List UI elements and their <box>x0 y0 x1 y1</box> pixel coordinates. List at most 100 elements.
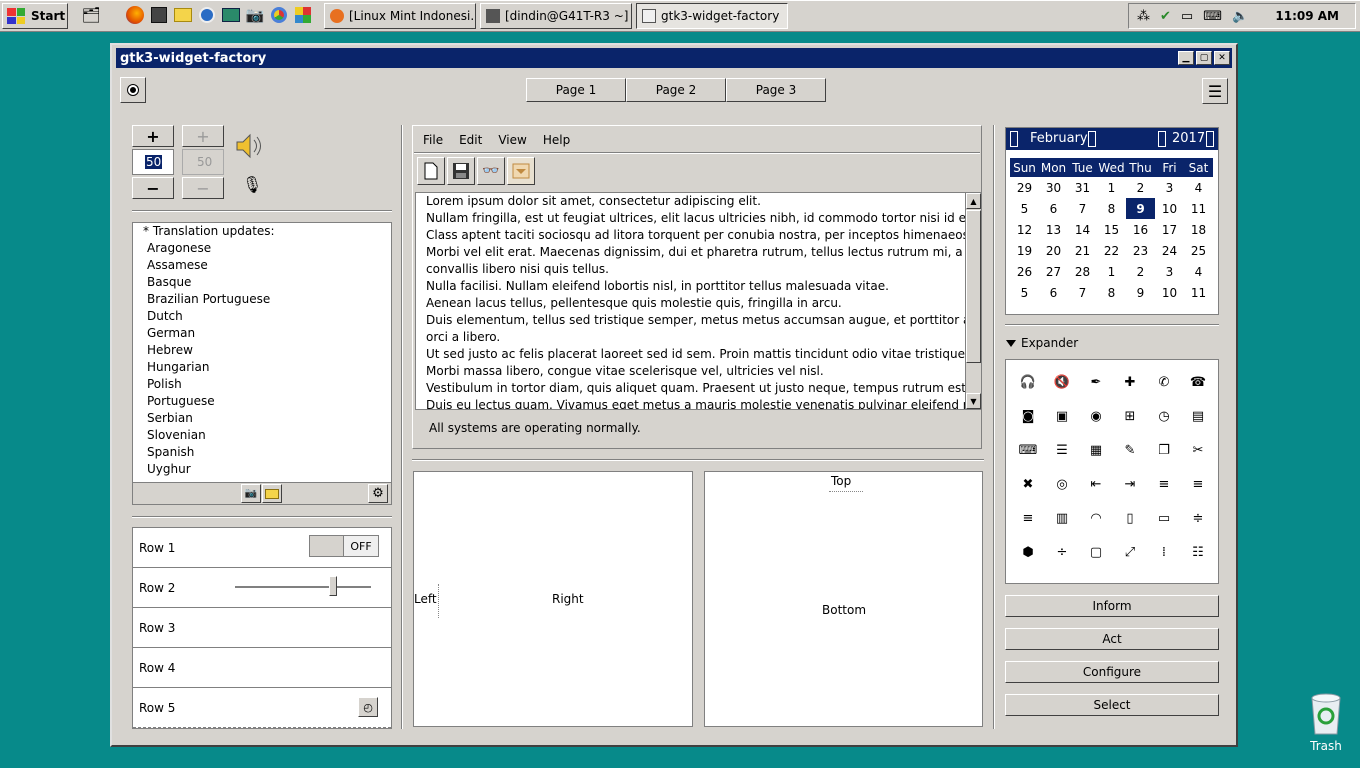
computer-icon[interactable]: ▥ <box>1045 501 1079 535</box>
configure-button[interactable]: Configure <box>1005 661 1219 683</box>
calendar-day[interactable]: 26 <box>1010 261 1039 282</box>
align-center-icon[interactable]: ≑ <box>1181 501 1215 535</box>
network-tray-icon[interactable]: ⁂ <box>1137 9 1150 24</box>
calendar-day[interactable]: 28 <box>1068 261 1097 282</box>
list-row-3[interactable]: Row 3 <box>133 608 391 648</box>
list-item[interactable]: Spanish <box>133 444 391 461</box>
keyboard-tray-icon[interactable]: ⌨ <box>1203 9 1222 24</box>
list-item[interactable]: Portuguese <box>133 393 391 410</box>
clock[interactable]: 11:09 AM <box>1275 9 1339 23</box>
calendar-day[interactable]: 30 <box>1039 177 1068 198</box>
calendar-day[interactable]: 8 <box>1097 198 1126 219</box>
calendar-day-selected[interactable]: 9 <box>1126 198 1155 219</box>
calendar-day[interactable]: 7 <box>1068 198 1097 219</box>
hangup-icon[interactable]: ☎ <box>1181 365 1215 399</box>
calendar-day[interactable]: 5 <box>1010 198 1039 219</box>
calendar-day[interactable]: 2 <box>1126 177 1155 198</box>
menu-help[interactable]: Help <box>535 133 578 147</box>
list-item[interactable]: German <box>133 325 391 342</box>
calendar-day[interactable]: 17 <box>1155 219 1184 240</box>
list-row-2[interactable]: Row 2 <box>133 568 391 608</box>
calendar-day[interactable]: 4 <box>1184 261 1213 282</box>
volume-button[interactable] <box>234 131 264 164</box>
bookmark-add-icon[interactable]: ✚ <box>1113 365 1147 399</box>
calendar-day[interactable]: 21 <box>1068 240 1097 261</box>
spin2-input[interactable]: 50 <box>182 149 224 175</box>
text-document-icon[interactable]: ☰ <box>1045 433 1079 467</box>
browser-launcher-icon[interactable] <box>196 4 218 26</box>
list-item[interactable]: Hebrew <box>133 342 391 359</box>
task-terminal[interactable]: [dindin@G41T-R3 ~] <box>480 3 632 29</box>
drive-tray-icon[interactable]: ▭ <box>1181 9 1193 24</box>
webcam-icon[interactable]: ◉ <box>1079 399 1113 433</box>
calendar-day[interactable]: 20 <box>1039 240 1068 261</box>
image-icon[interactable]: ▦ <box>1079 433 1113 467</box>
fullscreen-icon[interactable]: ⤢ <box>1113 535 1147 569</box>
row-2-slider-track[interactable] <box>235 586 371 588</box>
insert-button[interactable] <box>507 157 535 185</box>
phone-icon[interactable]: ✆ <box>1147 365 1181 399</box>
pane-handle-horizontal[interactable] <box>829 491 863 494</box>
calendar-day[interactable]: 13 <box>1039 219 1068 240</box>
page-1-button[interactable]: Page 1 <box>526 78 626 102</box>
calendar-day[interactable]: 3 <box>1155 261 1184 282</box>
calendar-day[interactable]: 10 <box>1155 282 1184 303</box>
calendar-day[interactable]: 10 <box>1155 198 1184 219</box>
window-titlebar[interactable]: gtk3-widget-factory ▁ ▢ ✕ <box>116 48 1232 68</box>
calendar-day[interactable]: 12 <box>1010 219 1039 240</box>
shield-tray-icon[interactable]: ✔ <box>1160 9 1171 24</box>
calendar-day[interactable]: 1 <box>1097 177 1126 198</box>
window-icon[interactable]: ▢ <box>1079 535 1113 569</box>
spin2-minus-button[interactable]: − <box>182 177 224 199</box>
calendar-day[interactable]: 24 <box>1155 240 1184 261</box>
calendar-day[interactable]: 19 <box>1010 240 1039 261</box>
alarm-icon[interactable]: ◷ <box>1147 399 1181 433</box>
act-button[interactable]: Act <box>1005 628 1219 650</box>
calendar-day[interactable]: 9 <box>1126 282 1155 303</box>
record-icon[interactable]: ◎ <box>1045 467 1079 501</box>
calendar-day[interactable]: 29 <box>1010 177 1039 198</box>
scroll-up-button[interactable]: ▲ <box>966 193 981 209</box>
hamburger-menu-button[interactable]: ☰ <box>1202 78 1228 104</box>
scroll-thumb[interactable] <box>966 210 981 363</box>
next-year-button[interactable] <box>1206 131 1214 147</box>
calendar-day[interactable]: 7 <box>1068 282 1097 303</box>
close-button[interactable]: ✕ <box>1214 51 1230 65</box>
justify-icon[interactable]: ≡ <box>1011 501 1045 535</box>
select-button[interactable]: Select <box>1005 694 1219 716</box>
screenshot-button[interactable]: 📷 <box>241 484 261 503</box>
save-button[interactable] <box>447 157 475 185</box>
settings-button[interactable]: ⚙ <box>368 484 388 503</box>
chromium-launcher-icon[interactable] <box>268 4 290 26</box>
list-item[interactable]: Brazilian Portuguese <box>133 291 391 308</box>
text-vscrollbar[interactable]: ▲ ▼ <box>965 193 981 409</box>
calendar-day[interactable]: 11 <box>1184 198 1213 219</box>
calendar-day[interactable]: 1 <box>1097 261 1126 282</box>
camera-launcher-icon[interactable]: 📷 <box>244 4 266 26</box>
list-item[interactable]: Serbian <box>133 410 391 427</box>
list-row-5[interactable]: Row 5 ◴ <box>133 688 391 728</box>
record-button[interactable] <box>120 77 146 103</box>
wifi-icon[interactable]: ◠ <box>1079 501 1113 535</box>
microphone-icon[interactable]: 🎙 <box>242 175 262 194</box>
terminal-launcher-icon[interactable] <box>148 4 170 26</box>
calendar-day[interactable]: 23 <box>1126 240 1155 261</box>
video-icon[interactable]: ▣ <box>1045 399 1079 433</box>
error-icon[interactable]: ✖ <box>1011 467 1045 501</box>
package-icon[interactable]: ⬢ <box>1011 535 1045 569</box>
icon-view[interactable]: 🎧 🔇 ✒ ✚ ✆ ☎ ◙ ▣ ◉ ⊞ ◷ ▤ ⌨ ☰ ▦ ✎ ❐ ✂ ✖ ◎ ⇤ ⇥ ≡ ≡ ≡ ▥ ◠ ▯ ▭ ≑ ⬢ ÷ ▢ ⤢ ⁞ ☷ <box>1005 359 1219 584</box>
align-right-icon[interactable]: ≡ <box>1181 467 1215 501</box>
inform-button[interactable]: Inform <box>1005 595 1219 617</box>
list-row-4[interactable]: Row 4 <box>133 648 391 688</box>
list-item[interactable]: Slovenian <box>133 427 391 444</box>
calendar-day[interactable]: 4 <box>1184 177 1213 198</box>
next-month-button[interactable] <box>1088 131 1096 147</box>
minimize-button[interactable]: ▁ <box>1178 51 1194 65</box>
spin1-minus-button[interactable]: − <box>132 177 174 199</box>
calendar-day[interactable]: 3 <box>1155 177 1184 198</box>
tab-new-icon[interactable]: ⊞ <box>1113 399 1147 433</box>
calendar-day[interactable]: 18 <box>1184 219 1213 240</box>
trash-desktop-icon[interactable]: Trash <box>1298 688 1354 753</box>
calculator-launcher-icon[interactable] <box>220 4 242 26</box>
scroll-down-button[interactable]: ▼ <box>966 393 981 409</box>
